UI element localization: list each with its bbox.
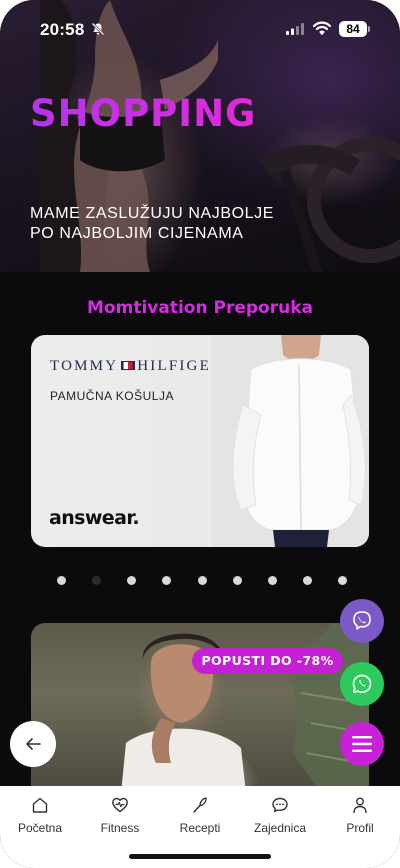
carousel-dot[interactable] [302, 576, 312, 585]
wifi-icon [313, 21, 331, 35]
user-icon [353, 797, 367, 814]
arrow-left-icon [26, 738, 41, 750]
home-indicator[interactable] [129, 854, 271, 859]
section-title: Momtivation Preporuka [87, 298, 313, 318]
carousel-dot[interactable] [57, 576, 66, 585]
menu-icon [352, 736, 372, 752]
app-screen: 20:58 84 SHOPPING MAME ZASLUŽUJU NAJBOLJ… [0, 0, 400, 868]
hero-banner: 20:58 84 SHOPPING MAME ZASLUŽUJU NAJBOLJ… [0, 0, 400, 272]
viber-icon [353, 611, 371, 630]
tab-label: Zajednica [253, 821, 307, 835]
discount-badge: POPUSTI DO -78% [192, 648, 343, 674]
back-button[interactable] [10, 721, 56, 767]
tab-pocetna[interactable]: Početna [0, 786, 80, 846]
whatsapp-icon [352, 674, 372, 694]
carousel-dot[interactable] [162, 576, 172, 585]
tab-label: Recepti [179, 821, 221, 835]
carousel-dot[interactable] [197, 576, 207, 585]
carousel-dots [57, 576, 347, 586]
bell-slash-icon [91, 22, 105, 36]
whatsapp-button[interactable] [340, 662, 384, 706]
tab-label: Početna [17, 821, 63, 835]
product-model-image [211, 335, 369, 547]
carousel-dot[interactable] [267, 576, 277, 585]
carousel-dot[interactable] [338, 576, 347, 585]
featured-product-card[interactable]: TOMMY HILFIGER PAMUČNA KOŠULJA answear. [31, 335, 369, 547]
brand-flag-icon [121, 361, 136, 371]
home-icon [32, 797, 48, 813]
carousel-dot[interactable] [92, 576, 102, 585]
brand-logo: TOMMY HILFIGER [50, 358, 223, 375]
signal-icon [286, 23, 304, 35]
hero-bike-image [260, 137, 400, 272]
battery-tip [368, 26, 370, 32]
tab-profil[interactable]: Profil [320, 786, 400, 846]
product-name: PAMUČNA KOŠULJA [50, 389, 174, 403]
tab-label: Fitness [100, 821, 140, 835]
hero-title: SHOPPING [30, 92, 257, 135]
tab-recepti[interactable]: Recepti [160, 786, 240, 846]
tab-label: Profil [346, 821, 374, 835]
brand-name-left: TOMMY [50, 358, 119, 374]
battery-icon: 84 [339, 21, 367, 37]
tab-zajednica[interactable]: Zajednica [240, 786, 320, 846]
tab-fitness[interactable]: Fitness [80, 786, 160, 846]
status-bar: 20:58 84 [0, 0, 400, 56]
carousel-dot[interactable] [232, 576, 242, 585]
carousel-dot[interactable] [127, 576, 137, 585]
whisk-icon [193, 797, 207, 813]
chat-bubble-icon [272, 797, 288, 813]
menu-button[interactable] [340, 722, 384, 766]
status-time: 20:58 [40, 20, 85, 39]
heart-pulse-icon [112, 797, 128, 813]
shop-logo: answear. [49, 507, 140, 529]
viber-button[interactable] [340, 599, 384, 643]
hero-subtitle: MAME ZASLUŽUJU NAJBOLJE PO NAJBOLJIM CIJ… [30, 205, 275, 242]
